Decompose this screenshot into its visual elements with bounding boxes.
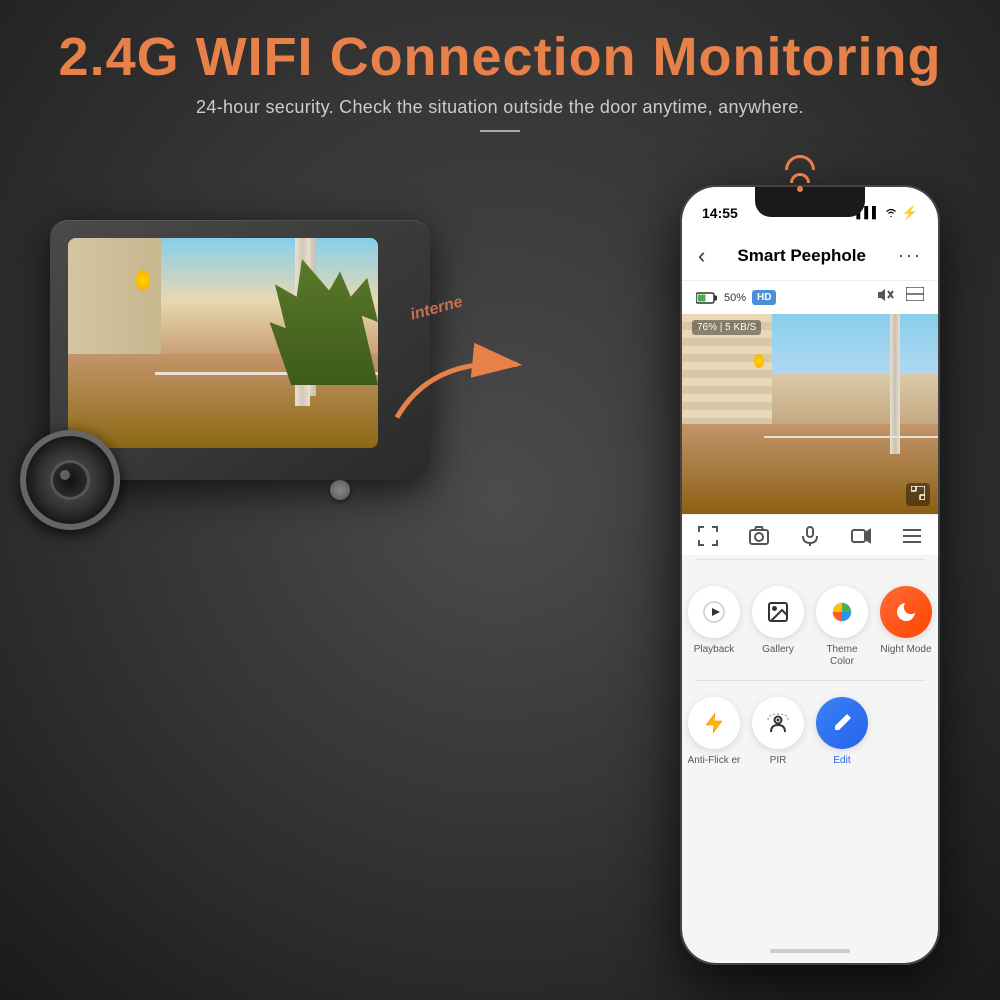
hd-badge: HD [752, 290, 776, 305]
menu-item-playback[interactable]: Playback [682, 574, 746, 676]
night-mode-icon-circle [880, 586, 932, 638]
mute-icon[interactable] [876, 287, 894, 308]
gallery-label: Gallery [762, 644, 794, 656]
live-view: 76% | 5 KB/S [682, 314, 938, 514]
record-button[interactable] [850, 525, 872, 547]
menu-item-gallery[interactable]: Gallery [746, 574, 810, 676]
anti-flicker-icon-circle [688, 697, 740, 749]
expand-icon[interactable] [906, 483, 930, 506]
more-button[interactable]: ··· [898, 245, 922, 266]
theme-color-label: Theme Color [814, 644, 870, 668]
app-bar: ‹ Smart Peephole ··· [682, 231, 938, 281]
wifi-arc-large [785, 155, 815, 170]
wifi-status-icon [884, 206, 898, 220]
battery-percent: 50% [724, 292, 746, 304]
layout-icon[interactable] [906, 287, 924, 308]
home-indicator [770, 949, 850, 953]
fullscreen-button[interactable] [697, 525, 719, 547]
porch-scene [68, 238, 378, 448]
device-camera-lens [20, 430, 120, 530]
live-railing [764, 436, 938, 438]
controls-row [682, 514, 938, 555]
wifi-signal-container [785, 155, 815, 192]
theme-color-icon-circle [816, 586, 868, 638]
screen-content [68, 238, 378, 448]
back-button[interactable]: ‹ [698, 243, 705, 269]
pir-icon-circle [752, 697, 804, 749]
sub-title: 24-hour security. Check the situation ou… [40, 97, 960, 118]
app-title: Smart Peephole [737, 246, 866, 266]
night-mode-label: Night Mode [880, 644, 931, 656]
pir-label: PIR [770, 755, 787, 767]
menu-item-night-mode[interactable]: Night Mode [874, 574, 938, 676]
camera-info-bar: 50% HD [682, 281, 938, 314]
menu-grid: Playback Gallery [682, 564, 938, 785]
menu-divider-mid [695, 680, 925, 681]
menu-item-theme-color[interactable]: Theme Color [810, 574, 874, 676]
live-porch [682, 314, 938, 514]
playback-icon-circle [688, 586, 740, 638]
lens-inner [50, 460, 90, 500]
battery-icon [696, 291, 718, 305]
main-title: 2.4G WIFI Connection Monitoring [40, 28, 960, 87]
live-column-right [890, 314, 900, 454]
menu-item-anti-flicker[interactable]: Anti-Flick er [682, 685, 746, 775]
phone-screen: 14:55 ▌▌▌ ⚡ ‹ Smart Pe [682, 187, 938, 963]
mic-button[interactable] [799, 525, 821, 547]
camera-controls-right [876, 287, 924, 308]
edit-label: Edit [833, 755, 850, 767]
hamburger-menu-button[interactable] [901, 527, 923, 545]
live-light [754, 354, 764, 368]
wifi-icon [785, 155, 815, 192]
battery-badge: 50% HD [696, 290, 776, 305]
porch-light [136, 270, 150, 290]
device-trees [270, 259, 379, 385]
device-screen [68, 238, 378, 448]
battery-status-icon: ⚡ [902, 205, 918, 221]
header: 2.4G WIFI Connection Monitoring 24-hour … [0, 0, 1000, 132]
menu-divider-top [695, 559, 925, 560]
wifi-arc-small [790, 173, 810, 183]
phone-container: 14:55 ▌▌▌ ⚡ ‹ Smart Pe [680, 185, 940, 965]
device-body [50, 220, 430, 480]
anti-flicker-label: Anti-Flick er [688, 755, 741, 767]
playback-label: Playback [694, 644, 735, 656]
phone-body: 14:55 ▌▌▌ ⚡ ‹ Smart Pe [680, 185, 940, 965]
screenshot-button[interactable] [748, 525, 770, 547]
status-time: 14:55 [702, 205, 738, 221]
divider [480, 130, 520, 132]
device-button[interactable] [330, 480, 350, 500]
menu-item-pir[interactable]: PIR [746, 685, 810, 775]
gallery-icon-circle [752, 586, 804, 638]
lens-reflection [60, 470, 70, 480]
menu-item-edit[interactable]: Edit [810, 685, 874, 775]
live-sky [772, 314, 938, 374]
wifi-dot [797, 186, 803, 192]
edit-icon-circle [816, 697, 868, 749]
status-icons: ▌▌▌ ⚡ [856, 205, 918, 221]
live-signal-strength: 76% | 5 KB/S [692, 320, 761, 335]
